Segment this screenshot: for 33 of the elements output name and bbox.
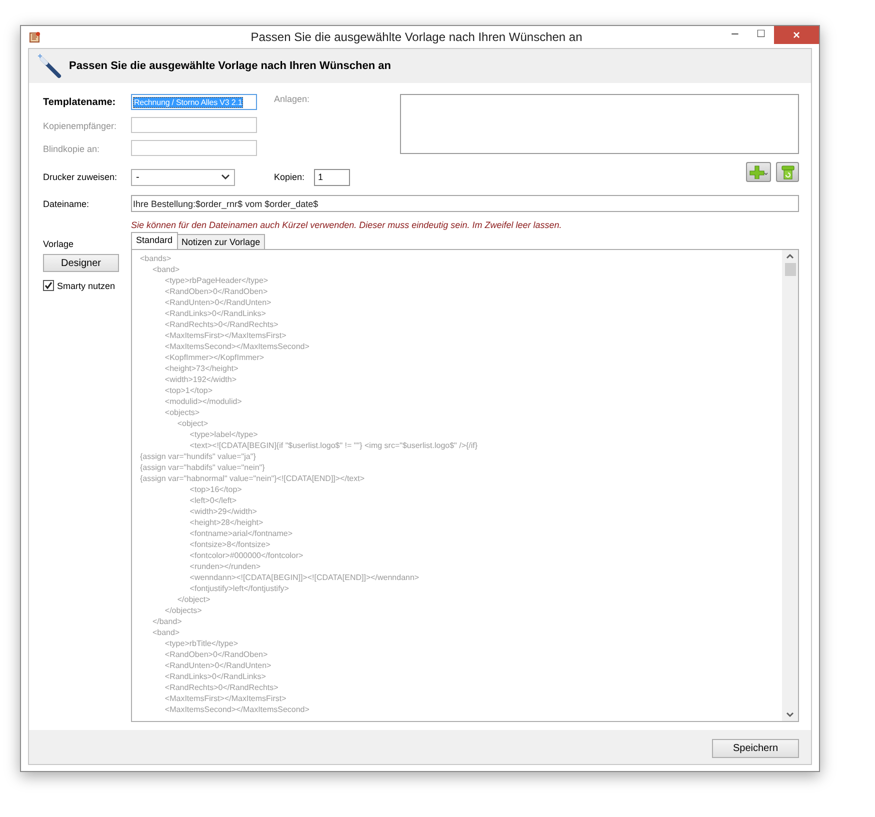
field-label: Kopien: xyxy=(274,171,306,184)
hint-text: Sie können für den Dateinamen auch Kürzel verwenden. Dieser muss eindeutig sein. Im Zweifel leer lassen. xyxy=(131,220,563,230)
close-button[interactable]: × xyxy=(774,26,819,44)
scrollbar[interactable] xyxy=(782,250,798,721)
section-label: Vorlage xyxy=(43,238,75,251)
save-button[interactable]: Speichern xyxy=(712,738,799,758)
app-icon xyxy=(29,31,41,43)
printer-dropdown[interactable]: - xyxy=(131,168,235,186)
field-label: Templatename: xyxy=(43,96,117,110)
copies-field[interactable]: 1 xyxy=(314,168,350,186)
filename-field[interactable]: Ihre Bestellung:$order_rnr$ vom $order_date$ xyxy=(131,195,799,212)
window-title: Passen Sie die ausgewählte Vorlage nach Ihren Wünschen an xyxy=(250,30,584,44)
field-label: Dateiname: xyxy=(43,198,90,210)
field-label: Kopienempfänger: xyxy=(43,120,118,133)
maximize-button[interactable]: □ xyxy=(748,26,774,40)
tab[interactable]: Standard xyxy=(131,232,178,249)
scroll-thumb[interactable] xyxy=(784,263,796,276)
refresh-icon xyxy=(780,164,794,180)
attachments-field[interactable] xyxy=(400,94,799,154)
plus-icon xyxy=(749,165,768,179)
field-label: Drucker zuweisen: xyxy=(43,171,118,184)
checkbox-label: Smarty nutzen xyxy=(57,280,116,290)
field-label: Blindkopie an: xyxy=(43,142,101,156)
minimize-button[interactable]: – xyxy=(722,26,748,40)
header-title: Passen Sie die ausgewählte Vorlage nach Ihren Wünschen an xyxy=(69,60,391,72)
refresh-button[interactable] xyxy=(776,162,799,182)
designer-button[interactable]: Designer xyxy=(43,254,119,272)
chevron-down-icon xyxy=(221,174,230,180)
magic-wand-icon xyxy=(37,52,63,80)
field-label: Anlagen: xyxy=(273,93,311,106)
tab[interactable]: Notizen zur Vorlage xyxy=(176,234,266,249)
add-button[interactable] xyxy=(746,162,771,182)
smarty-checkbox[interactable] xyxy=(43,280,54,291)
